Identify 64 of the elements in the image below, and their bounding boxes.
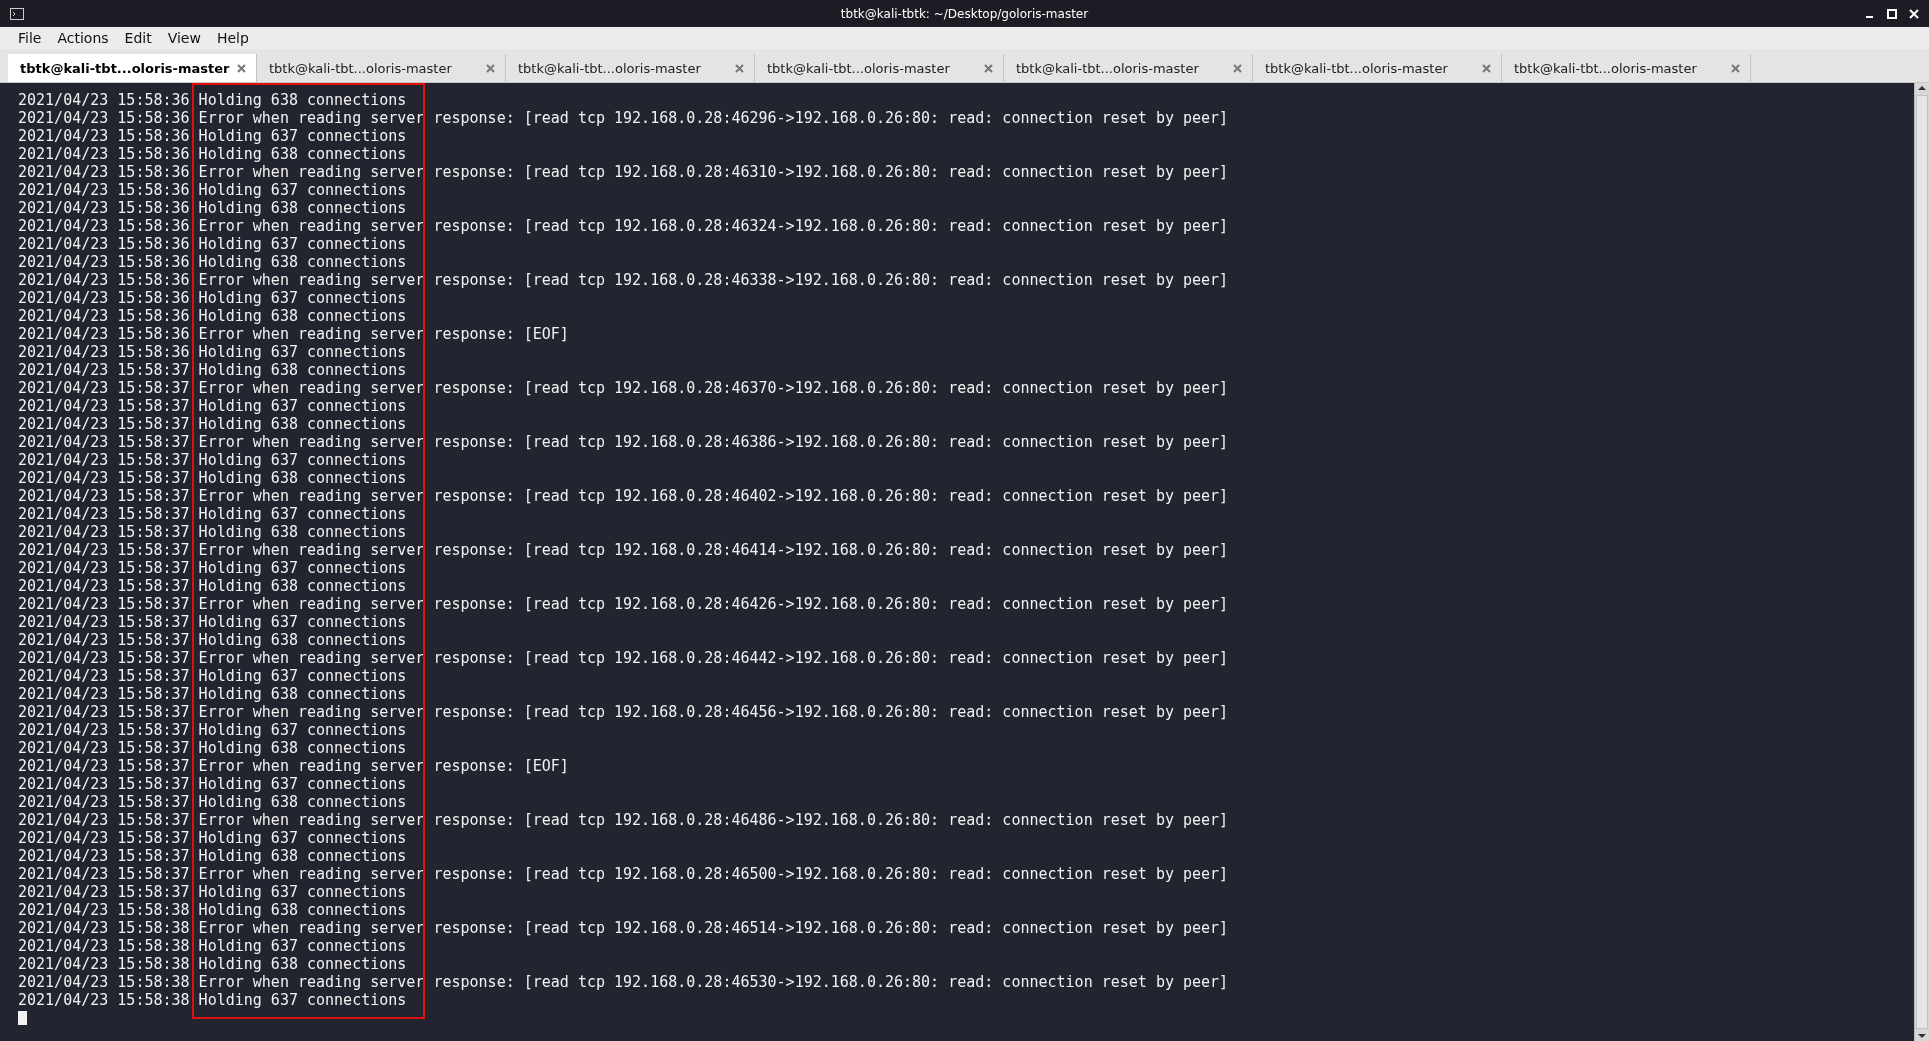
menu-item[interactable]: View <box>167 30 201 46</box>
terminal-line: 2021/04/23 15:58:37 Error when reading server response: [EOF] <box>18 757 570 775</box>
scrollbar-thumb[interactable] <box>1916 95 1928 1029</box>
terminal-line: 2021/04/23 15:58:37 Error when reading server response: [read tcp 192.168.0.28:46370->192.168.0.26:80: read: connection reset by peer] <box>18 379 1230 397</box>
terminal-line: 2021/04/23 15:58:38 Holding 638 connections <box>18 955 408 973</box>
terminal-line: 2021/04/23 15:58:37 Holding 638 connections <box>18 847 408 865</box>
terminal-line: 2021/04/23 15:58:36 Holding 638 connections <box>18 145 408 163</box>
terminal-line: 2021/04/23 15:58:37 Error when reading server response: [read tcp 192.168.0.28:46486->192.168.0.26:80: read: connection reset by peer] <box>18 811 1230 829</box>
terminal-line: 2021/04/23 15:58:36 Holding 638 connections <box>18 307 408 325</box>
terminal-icon <box>10 7 24 20</box>
terminal-line: 2021/04/23 15:58:37 Holding 637 connections <box>18 559 408 577</box>
terminal-line: 2021/04/23 15:58:37 Holding 638 connections <box>18 361 408 379</box>
terminal-line: 2021/04/23 15:58:38 Holding 638 connections <box>18 901 408 919</box>
terminal-line: 2021/04/23 15:58:37 Error when reading server response: [read tcp 192.168.0.28:46414->192.168.0.26:80: read: connection reset by peer] <box>18 541 1230 559</box>
terminal-line: 2021/04/23 15:58:37 Error when reading server response: [read tcp 192.168.0.28:46426->192.168.0.26:80: read: connection reset by peer] <box>18 595 1230 613</box>
terminal-line: 2021/04/23 15:58:37 Holding 638 connections <box>18 469 408 487</box>
terminal-line: 2021/04/23 15:58:36 Holding 637 connections <box>18 127 408 145</box>
terminal-line: 2021/04/23 15:58:37 Holding 637 connections <box>18 451 408 469</box>
terminal-line: 2021/04/23 15:58:36 Holding 638 connections <box>18 91 408 109</box>
terminal-line: 2021/04/23 15:58:37 Error when reading server response: [read tcp 192.168.0.28:46442->192.168.0.26:80: read: connection reset by peer] <box>18 649 1230 667</box>
terminal-line: 2021/04/23 15:58:36 Holding 637 connections <box>18 343 408 361</box>
terminal-line: 2021/04/23 15:58:37 Holding 638 connections <box>18 739 408 757</box>
terminal-line: 2021/04/23 15:58:36 Error when reading server response: [read tcp 192.168.0.28:46296->192.168.0.26:80: read: connection reset by peer] <box>18 109 1230 127</box>
terminal-line: 2021/04/23 15:58:36 Holding 638 connections <box>18 253 408 271</box>
terminal-line: 2021/04/23 15:58:38 Holding 637 connections <box>18 991 408 1009</box>
terminal-line: 2021/04/23 15:58:37 Error when reading server response: [read tcp 192.168.0.28:46500->192.168.0.26:80: read: connection reset by peer] <box>18 865 1230 883</box>
menu-item[interactable]: Edit <box>124 30 152 46</box>
terminal-line: 2021/04/23 15:58:37 Holding 638 connections <box>18 523 408 541</box>
terminal-line: 2021/04/23 15:58:37 Holding 637 connections <box>18 667 408 685</box>
terminal-line: 2021/04/23 15:58:36 Holding 637 connections <box>18 289 408 307</box>
scroll-down-icon[interactable] <box>1916 1031 1928 1041</box>
terminal-line: 2021/04/23 15:58:36 Error when reading server response: [read tcp 192.168.0.28:46338->192.168.0.26:80: read: connection reset by peer] <box>18 271 1230 289</box>
terminal-line: 2021/04/23 15:58:37 Holding 637 connections <box>18 505 408 523</box>
terminal-line: 2021/04/23 15:58:36 Error when reading server response: [EOF] <box>18 325 570 343</box>
terminal-line: 2021/04/23 15:58:37 Holding 637 connections <box>18 397 408 415</box>
terminal-line: 2021/04/23 15:58:37 Holding 638 connections <box>18 577 408 595</box>
text-cursor <box>18 1011 27 1025</box>
terminal-line: 2021/04/23 15:58:37 Holding 638 connections <box>18 415 408 433</box>
terminal-line: 2021/04/23 15:58:37 Holding 637 connections <box>18 721 408 739</box>
terminal-line: 2021/04/23 15:58:36 Holding 638 connections <box>18 199 408 217</box>
menu-item[interactable]: Actions <box>57 30 109 46</box>
terminal-line: 2021/04/23 15:58:38 Holding 637 connections <box>18 937 408 955</box>
scrollbar[interactable] <box>1914 83 1929 1041</box>
terminal-line: 2021/04/23 15:58:36 Holding 637 connections <box>18 181 408 199</box>
terminal-line: 2021/04/23 15:58:36 Error when reading server response: [read tcp 192.168.0.28:46310->192.168.0.26:80: read: connection reset by peer] <box>18 163 1230 181</box>
terminal-line: 2021/04/23 15:58:37 Holding 637 connections <box>18 829 408 847</box>
maximize-icon[interactable] <box>1887 8 1897 19</box>
terminal-line: 2021/04/23 15:58:37 Holding 637 connections <box>18 883 408 901</box>
terminal-line: 2021/04/23 15:58:38 Error when reading server response: [read tcp 192.168.0.28:46530->192.168.0.26:80: read: connection reset by peer] <box>18 973 1230 991</box>
terminal-line: 2021/04/23 15:58:37 Error when reading server response: [read tcp 192.168.0.28:46402->192.168.0.26:80: read: connection reset by peer] <box>18 487 1230 505</box>
terminal-line: 2021/04/23 15:58:37 Error when reading server response: [read tcp 192.168.0.28:46456->192.168.0.26:80: read: connection reset by peer] <box>18 703 1230 721</box>
terminal-line: 2021/04/23 15:58:37 Error when reading server response: [read tcp 192.168.0.28:46386->192.168.0.26:80: read: connection reset by peer] <box>18 433 1230 451</box>
window-title: tbtk@kali-tbtk: ~/Desktop/goloris-master <box>839 6 1090 21</box>
terminal-line: 2021/04/23 15:58:38 Error when reading server response: [read tcp 192.168.0.28:46514->192.168.0.26:80: read: connection reset by peer] <box>18 919 1230 937</box>
terminal-line: 2021/04/23 15:58:37 Holding 638 connections <box>18 685 408 703</box>
menu-item[interactable]: File <box>18 30 42 46</box>
terminal-line: 2021/04/23 15:58:37 Holding 638 connections <box>18 793 408 811</box>
terminal-line: 2021/04/23 15:58:37 Holding 637 connections <box>18 613 408 631</box>
terminal-line: 2021/04/23 15:58:36 Holding 637 connections <box>18 235 408 253</box>
terminal-line: 2021/04/23 15:58:37 Holding 638 connections <box>18 631 408 649</box>
terminal-line: 2021/04/23 15:58:37 Holding 637 connections <box>18 775 408 793</box>
menu-item[interactable]: Help <box>216 30 249 46</box>
terminal-line: 2021/04/23 15:58:36 Error when reading server response: [read tcp 192.168.0.28:46324->192.168.0.26:80: read: connection reset by peer] <box>18 217 1230 235</box>
terminal-tab[interactable]: tbtk@kali-tbt...oloris-master <box>8 54 257 82</box>
